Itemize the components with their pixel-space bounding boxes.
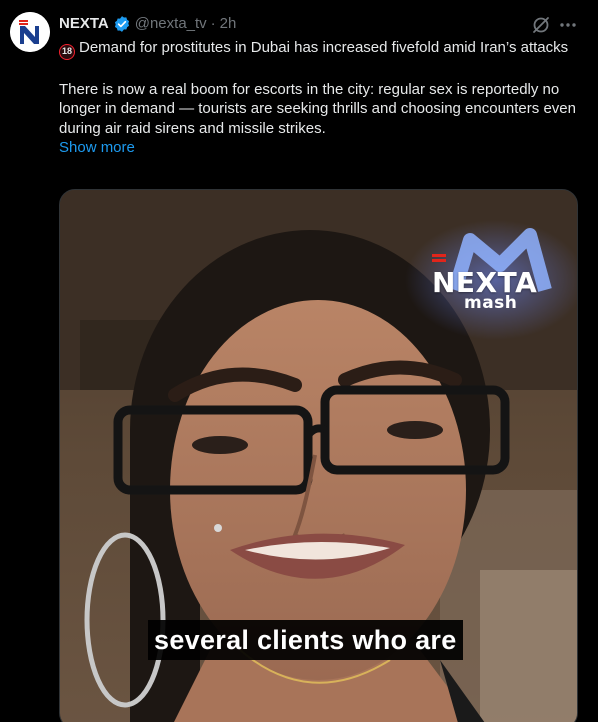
tweet-timestamp[interactable]: 2h	[220, 14, 237, 34]
tweet-headline: Demand for prostitutes in Dubai has incr…	[79, 39, 569, 56]
show-more-link[interactable]: Show more	[59, 139, 135, 156]
author-handle[interactable]: @nexta_tv	[135, 14, 207, 34]
author-avatar[interactable]	[10, 12, 50, 52]
tweet-header: NEXTA @nexta_tv · 2h	[59, 13, 236, 35]
nexta-logo-icon	[10, 12, 50, 52]
watermark-sub: mash	[464, 293, 518, 313]
tweet-text: 18 Demand for prostitutes in Dubai has in…	[59, 38, 579, 158]
author-display-name[interactable]: NEXTA	[59, 14, 109, 34]
more-options-icon[interactable]	[558, 15, 578, 35]
tweet-card[interactable]: NEXTA @nexta_tv · 2h 18 Demand for prosti…	[0, 0, 598, 722]
tweet-body: There is now a real boom for escorts in …	[59, 80, 576, 137]
18-plus-icon: 18	[59, 44, 75, 60]
video-caption: several clients who are	[148, 620, 463, 660]
verified-badge-icon[interactable]	[113, 15, 131, 33]
tweet-headline-line: 18 Demand for prostitutes in Dubai has in…	[59, 38, 579, 60]
grok-icon[interactable]	[531, 15, 551, 35]
video-player[interactable]: NEXTA mash several clients who are	[59, 189, 578, 722]
header-separator: ·	[210, 15, 216, 32]
